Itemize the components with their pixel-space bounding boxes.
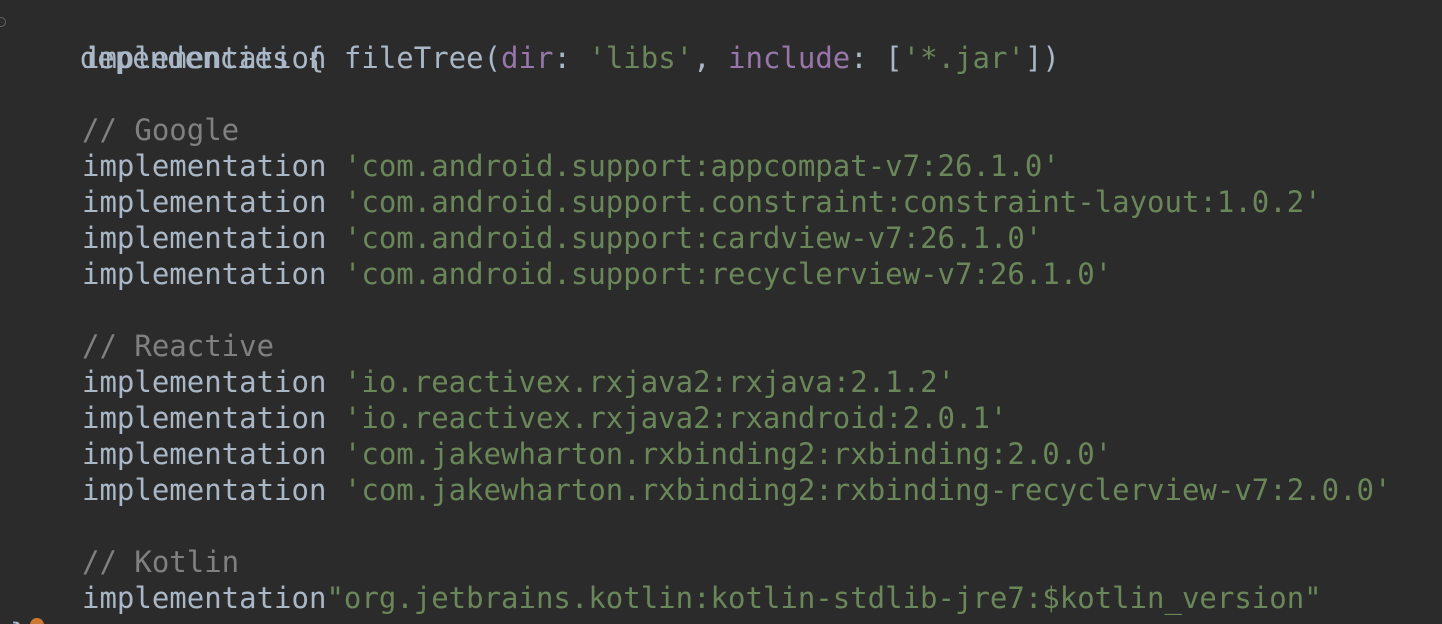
- code-line-8[interactable]: implementation 'com.android.support:recy…: [0, 256, 1442, 292]
- code-line-14[interactable]: implementation 'com.jakewharton.rxbindin…: [0, 472, 1442, 508]
- keyword: implementation: [82, 473, 327, 507]
- code-line-5[interactable]: implementation 'com.android.support:appc…: [0, 148, 1442, 184]
- function-name: fileTree(: [343, 41, 502, 75]
- keyword: implementation: [82, 149, 327, 183]
- code-line-9[interactable]: [0, 292, 1442, 328]
- code-line-13[interactable]: implementation 'com.jakewharton.rxbindin…: [0, 436, 1442, 472]
- code-line-3[interactable]: [0, 76, 1442, 112]
- code-line-1[interactable]: dependencies {: [0, 4, 1442, 75]
- keyword: implementation: [82, 437, 327, 471]
- code-line-10[interactable]: // Reactive: [0, 328, 1442, 364]
- punctuation: ]): [1024, 41, 1060, 75]
- code-line-17[interactable]: implementation"org.jetbrains.kotlin:kotl…: [0, 580, 1442, 616]
- code-line-2[interactable]: implementation fileTree(dir: 'libs', inc…: [0, 40, 1442, 76]
- string-literal: '*.jar': [902, 41, 1025, 75]
- keyword: implementation: [82, 221, 327, 255]
- block-close: }: [10, 616, 27, 624]
- dependency-string: 'com.android.support:cardview-v7:26.1.0': [343, 221, 1043, 255]
- comment: // Kotlin: [82, 545, 240, 579]
- dependency-string: 'io.reactivex.rxjava2:rxandroid:2.0.1': [343, 401, 1008, 435]
- keyword: implementation: [82, 401, 327, 435]
- named-arg: include: [728, 41, 851, 75]
- code-line-15[interactable]: [0, 508, 1442, 544]
- comment: // Reactive: [82, 329, 275, 363]
- dependency-string: "org.jetbrains.kotlin:kotlin-stdlib-jre7…: [326, 581, 1322, 615]
- string-literal: 'libs': [588, 41, 694, 75]
- code-line-12[interactable]: implementation 'io.reactivex.rxjava2:rxa…: [0, 400, 1442, 436]
- dependency-string: 'com.jakewharton.rxbinding2:rxbinding-re…: [343, 473, 1392, 507]
- code-line-7[interactable]: implementation 'com.android.support:card…: [0, 220, 1442, 256]
- keyword: implementation: [82, 185, 327, 219]
- code-line-16[interactable]: // Kotlin: [0, 544, 1442, 580]
- code-line-11[interactable]: implementation 'io.reactivex.rxjava2:rxj…: [0, 364, 1442, 400]
- code-line-6[interactable]: implementation 'com.android.support.cons…: [0, 184, 1442, 220]
- dependency-string: 'com.android.support.constraint:constrai…: [343, 185, 1322, 219]
- keyword: implementation: [82, 257, 327, 291]
- keyword: implementation: [82, 365, 327, 399]
- punctuation: :: [553, 41, 589, 75]
- named-arg: dir: [501, 41, 554, 75]
- keyword: implementation: [82, 581, 327, 615]
- punctuation: : [: [850, 41, 903, 75]
- code-editor[interactable]: dependencies { implementation fileTree(d…: [0, 0, 1442, 624]
- comment: // Google: [82, 113, 240, 147]
- dependency-string: 'io.reactivex.rxjava2:rxjava:2.1.2': [343, 365, 955, 399]
- code-line-4[interactable]: // Google: [0, 112, 1442, 148]
- dependency-string: 'com.android.support:recyclerview-v7:26.…: [343, 257, 1113, 291]
- breakpoint-icon[interactable]: [30, 618, 44, 624]
- keyword: implementation: [82, 41, 327, 75]
- dependency-string: 'com.android.support:appcompat-v7:26.1.0…: [343, 149, 1060, 183]
- punctuation: ,: [693, 41, 729, 75]
- dependency-string: 'com.jakewharton.rxbinding2:rxbinding:2.…: [343, 437, 1113, 471]
